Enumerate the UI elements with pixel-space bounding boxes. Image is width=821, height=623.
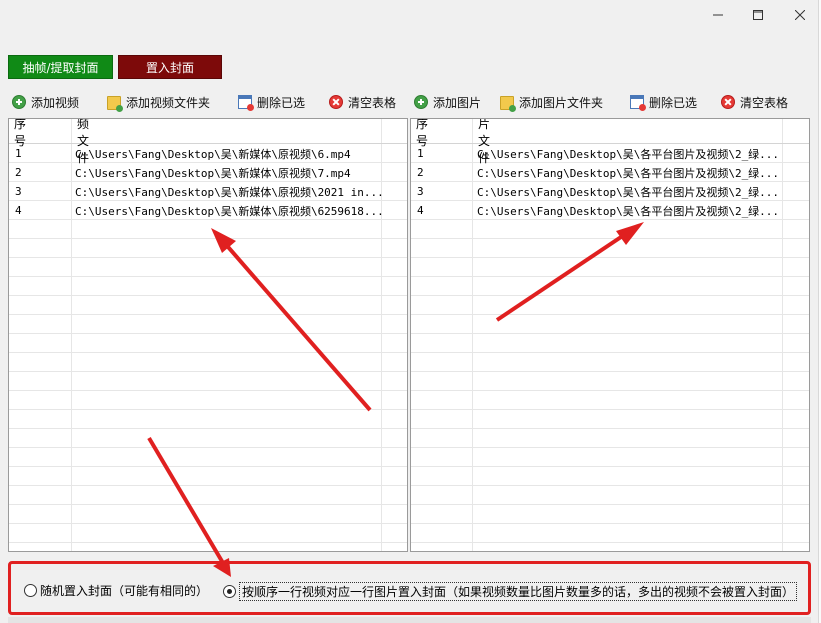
add-image-folder-label: 添加图片文件夹 xyxy=(519,95,604,110)
video-clear-table-label: 清空表格 xyxy=(348,95,397,110)
row-index: 3 xyxy=(15,185,22,198)
folder-add-icon xyxy=(500,96,516,112)
image-delete-selected-button[interactable]: 删除已选 xyxy=(630,92,697,112)
add-image-label: 添加图片 xyxy=(433,95,482,110)
video-file-table[interactable]: 序号 视频文件 1 C:\Users\Fang\Desktop\吴\新媒体\原视… xyxy=(8,118,408,552)
row-index: 2 xyxy=(417,166,424,179)
column-header-index[interactable]: 序号 xyxy=(416,119,428,149)
row-path: C:\Users\Fang\Desktop\吴\各平台图片及视频\2_绿... xyxy=(477,166,780,180)
add-video-button[interactable]: 添加视频 xyxy=(12,92,79,112)
video-clear-table-button[interactable]: 清空表格 xyxy=(329,92,396,112)
add-image-folder-button[interactable]: 添加图片文件夹 xyxy=(500,92,603,112)
row-index: 1 xyxy=(15,147,22,160)
close-icon xyxy=(795,10,805,20)
add-icon xyxy=(12,95,26,109)
clear-icon xyxy=(721,95,735,109)
maximize-button[interactable] xyxy=(738,0,778,30)
row-index: 4 xyxy=(417,204,424,217)
maximize-icon xyxy=(753,10,763,20)
row-index: 3 xyxy=(417,185,424,198)
extract-cover-mode-button[interactable]: 抽帧/提取封面 xyxy=(8,55,113,79)
row-index: 1 xyxy=(417,147,424,160)
image-clear-table-button[interactable]: 清空表格 xyxy=(721,92,788,112)
add-video-folder-label: 添加视频文件夹 xyxy=(126,95,211,110)
sequential-insert-radio[interactable] xyxy=(223,585,236,598)
row-path: C:\Users\Fang\Desktop\吴\各平台图片及视频\2_绿... xyxy=(477,185,780,199)
add-video-folder-button[interactable]: 添加视频文件夹 xyxy=(107,92,210,112)
row-index: 2 xyxy=(15,166,22,179)
row-path: C:\Users\Fang\Desktop\吴\各平台图片及视频\2_绿... xyxy=(477,204,780,218)
row-path: C:\Users\Fang\Desktop\吴\各平台图片及视频\2_绿... xyxy=(477,147,780,161)
random-insert-label: 随机置入封面（可能有相同的） xyxy=(40,584,209,598)
sequential-insert-option[interactable]: 按顺序一行视频对应一行图片置入封面（如果视频数量比图片数量多的话，多出的视频不会… xyxy=(223,582,798,601)
close-button[interactable] xyxy=(780,0,820,30)
video-delete-selected-label: 删除已选 xyxy=(257,95,306,110)
cover-insert-options: 随机置入封面（可能有相同的） 按顺序一行视频对应一行图片置入封面（如果视频数量比… xyxy=(8,561,811,615)
minimize-icon xyxy=(713,14,723,16)
row-path: C:\Users\Fang\Desktop\吴\新媒体\原视频\6.mp4 xyxy=(75,147,351,161)
image-delete-selected-label: 删除已选 xyxy=(649,95,698,110)
row-path: C:\Users\Fang\Desktop\吴\新媒体\原视频\7.mp4 xyxy=(75,166,351,180)
image-file-table[interactable]: 序号 图片文件 1 C:\Users\Fang\Desktop\吴\各平台图片及… xyxy=(410,118,810,552)
add-video-label: 添加视频 xyxy=(31,95,80,110)
status-strip xyxy=(8,617,811,623)
add-image-button[interactable]: 添加图片 xyxy=(414,92,481,112)
minimize-button[interactable] xyxy=(698,0,738,30)
delete-icon xyxy=(238,95,254,111)
delete-icon xyxy=(630,95,646,111)
sequential-insert-label: 按顺序一行视频对应一行图片置入封面（如果视频数量比图片数量多的话，多出的视频不会… xyxy=(239,582,798,601)
folder-add-icon xyxy=(107,96,123,112)
row-index: 4 xyxy=(15,204,22,217)
image-clear-table-label: 清空表格 xyxy=(740,95,789,110)
insert-cover-mode-button[interactable]: 置入封面 xyxy=(118,55,222,79)
column-header-index[interactable]: 序号 xyxy=(14,119,26,149)
clear-icon xyxy=(329,95,343,109)
row-path: C:\Users\Fang\Desktop\吴\新媒体\原视频\2021 in.… xyxy=(75,185,384,199)
random-insert-option[interactable]: 随机置入封面（可能有相同的） xyxy=(24,582,208,599)
random-insert-radio[interactable] xyxy=(24,584,37,597)
video-delete-selected-button[interactable]: 删除已选 xyxy=(238,92,305,112)
row-path: C:\Users\Fang\Desktop\吴\新媒体\原视频\6259618.… xyxy=(75,204,384,218)
add-icon xyxy=(414,95,428,109)
